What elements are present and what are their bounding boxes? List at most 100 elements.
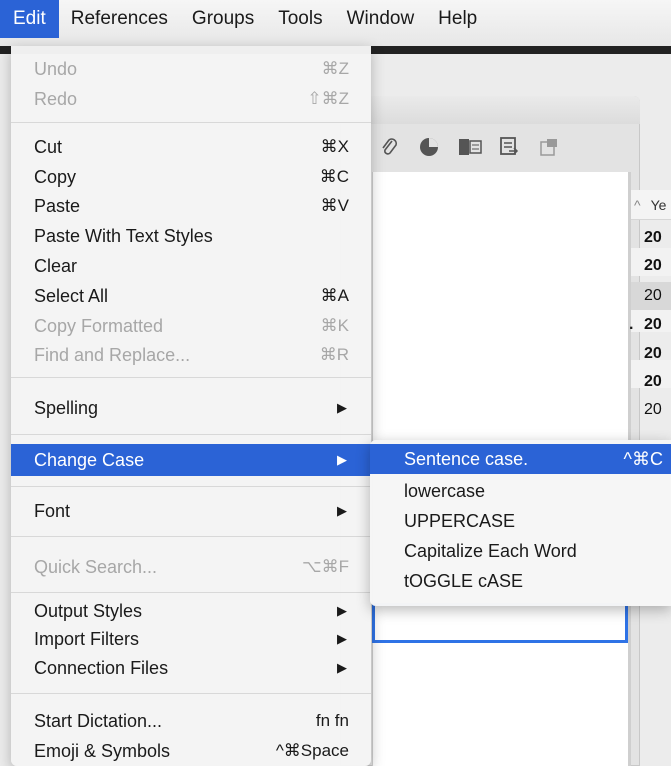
menu-item-find-and-replace[interactable]: Find and Replace... ⌘R: [11, 340, 371, 370]
menu-window[interactable]: Window: [335, 0, 427, 38]
submenu-arrow-icon: ▶: [337, 503, 347, 518]
paperclip-icon[interactable]: [378, 136, 400, 164]
menu-item-paste[interactable]: Paste ⌘V: [11, 191, 371, 221]
menu-item-start-dictation[interactable]: Start Dictation... fn fn: [11, 706, 371, 736]
menu-separator: [11, 434, 371, 435]
menu-separator: [11, 536, 371, 537]
word-doc-icon[interactable]: [458, 137, 482, 163]
submenu-item-uppercase[interactable]: UPPERCASE: [370, 506, 671, 536]
menu-item-label: tOGGLE cASE: [404, 570, 524, 591]
menu-edit[interactable]: Edit: [0, 0, 59, 38]
table-row[interactable]: 20: [644, 368, 671, 396]
submenu-item-lowercase[interactable]: lowercase: [370, 476, 671, 506]
menu-item-label: Emoji & Symbols: [34, 740, 171, 761]
menu-item-label: Capitalize Each Word: [404, 540, 577, 561]
shortcut-label: fn fn: [315, 711, 349, 730]
table-row[interactable]: 20: [644, 252, 671, 280]
menu-item-label: Select All: [34, 285, 109, 306]
menu-item-change-case[interactable]: Change Case ▶: [11, 444, 371, 476]
menu-item-label: Sentence case.: [404, 448, 529, 469]
shortcut-label: ⌘R: [319, 345, 349, 364]
menu-item-label: Copy Formatted: [34, 315, 164, 336]
menu-item-copy-formatted[interactable]: Copy Formatted ⌘K: [11, 311, 371, 341]
table-row[interactable]: 20: [644, 396, 671, 424]
menu-item-label: Paste With Text Styles: [34, 225, 213, 246]
column-header-label: Ye: [650, 197, 667, 213]
menu-item-label: Copy: [34, 166, 77, 187]
export-icon[interactable]: [498, 136, 520, 164]
open-external-icon[interactable]: [538, 137, 560, 163]
menu-item-label: Quick Search...: [34, 556, 158, 577]
column-header-year[interactable]: ^ Ye: [631, 190, 671, 220]
menu-separator: [11, 377, 371, 378]
menu-item-label: Paste: [34, 195, 81, 216]
menu-tools[interactable]: Tools: [266, 0, 334, 38]
menu-separator: [11, 592, 371, 593]
menu-item-connection-files[interactable]: Connection Files ▶: [11, 653, 371, 683]
shortcut-label: ^⌘C: [623, 448, 663, 469]
menu-item-label: Import Filters: [34, 628, 140, 649]
menu-item-label: Change Case: [34, 449, 145, 470]
menu-item-label: Connection Files: [34, 657, 169, 678]
menu-item-label: Spelling: [34, 397, 99, 418]
focused-text-field[interactable]: [372, 603, 628, 643]
menu-separator: [11, 486, 371, 487]
table-row[interactable]: 20: [631, 282, 671, 310]
menu-item-output-styles[interactable]: Output Styles ▶: [11, 596, 371, 626]
window-toolbar: [372, 128, 640, 172]
menu-references[interactable]: References: [59, 0, 180, 38]
shortcut-label: ⌘X: [320, 137, 349, 156]
menu-item-import-filters[interactable]: Import Filters ▶: [11, 624, 371, 654]
menu-item-label: Find and Replace...: [34, 344, 191, 365]
menu-item-redo[interactable]: Redo ⇧⌘Z: [11, 84, 371, 114]
menu-bar: Edit References Groups Tools Window Help: [0, 0, 671, 46]
menu-item-label: Cut: [34, 136, 63, 157]
truncation-dot: .: [629, 316, 634, 333]
change-case-submenu: Sentence case. ^⌘C lowercase UPPERCASE C…: [370, 440, 671, 606]
submenu-item-sentence-case[interactable]: Sentence case. ^⌘C: [370, 444, 671, 474]
menu-item-copy[interactable]: Copy ⌘C: [11, 162, 371, 192]
shortcut-label: ⌘V: [320, 196, 349, 215]
menu-item-emoji-and-symbols[interactable]: Emoji & Symbols ^⌘Space: [11, 736, 371, 766]
shortcut-label: ⌥⌘F: [302, 557, 349, 576]
submenu-arrow-icon: ▶: [337, 631, 347, 646]
table-row[interactable]: 20: [644, 340, 671, 368]
menu-item-paste-with-text-styles[interactable]: Paste With Text Styles: [11, 221, 371, 251]
pie-chart-icon[interactable]: [418, 136, 440, 164]
submenu-arrow-icon: ▶: [337, 603, 347, 618]
shortcut-label: ^⌘Space: [275, 741, 349, 760]
window-titlebar[interactable]: [340, 96, 640, 124]
menu-item-quick-search[interactable]: Quick Search... ⌥⌘F: [11, 552, 371, 582]
menu-item-clear[interactable]: Clear: [11, 251, 371, 281]
submenu-arrow-icon: ▶: [337, 660, 347, 675]
shortcut-label: ⇧⌘Z: [307, 89, 349, 108]
shortcut-label: ⌘C: [319, 167, 349, 186]
menu-item-label: Output Styles: [34, 600, 143, 621]
menu-item-spelling[interactable]: Spelling ▶: [11, 393, 371, 423]
submenu-arrow-icon: ▶: [337, 400, 347, 415]
submenu-item-capitalize-each-word[interactable]: Capitalize Each Word: [370, 536, 671, 566]
menu-item-font[interactable]: Font ▶: [11, 496, 371, 526]
menu-help[interactable]: Help: [426, 0, 489, 38]
shortcut-label: ⌘Z: [321, 59, 349, 78]
menu-item-label: lowercase: [404, 480, 486, 501]
menu-groups[interactable]: Groups: [180, 0, 266, 38]
menu-item-label: Start Dictation...: [34, 710, 163, 731]
submenu-item-toggle-case[interactable]: tOGGLE cASE: [370, 566, 671, 596]
menu-item-label: Clear: [34, 255, 78, 276]
shortcut-label: ⌘K: [320, 316, 349, 335]
sort-chevron-icon: ^: [634, 197, 641, 213]
edit-menu: Undo ⌘Z Redo ⇧⌘Z Cut ⌘X Copy ⌘C Paste ⌘V…: [11, 46, 371, 766]
menu-item-label: Redo: [34, 88, 78, 109]
menu-item-label: Undo: [34, 58, 78, 79]
menu-item-select-all[interactable]: Select All ⌘A: [11, 281, 371, 311]
menu-item-cut[interactable]: Cut ⌘X: [11, 132, 371, 162]
submenu-arrow-icon: ▶: [337, 452, 347, 467]
menu-separator: [11, 122, 371, 123]
menu-separator: [11, 693, 371, 694]
table-row[interactable]: 20: [644, 224, 671, 252]
table-row[interactable]: 20: [644, 311, 671, 339]
menu-item-label: Font: [34, 500, 71, 521]
menu-item-label: UPPERCASE: [404, 510, 516, 531]
menu-item-undo[interactable]: Undo ⌘Z: [11, 54, 371, 84]
